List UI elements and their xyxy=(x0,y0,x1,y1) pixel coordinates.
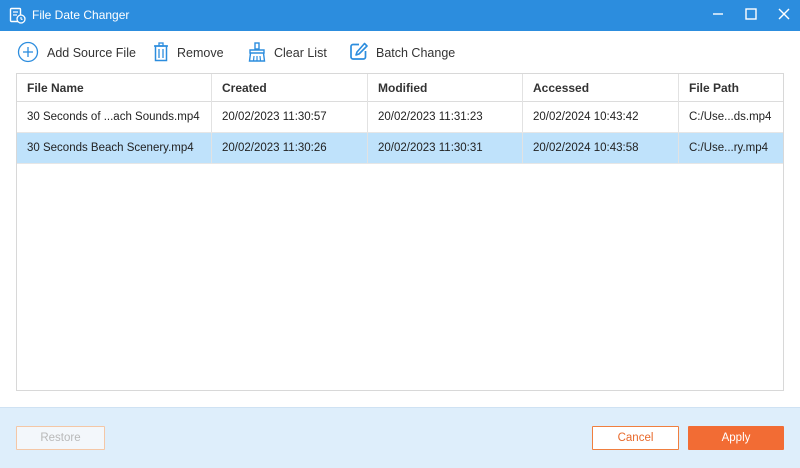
batch-change-label: Batch Change xyxy=(376,46,456,60)
cell-created: 20/02/2023 11:30:57 xyxy=(212,102,368,132)
add-source-file-button[interactable]: Add Source File xyxy=(17,41,136,65)
title-bar: File Date Changer xyxy=(0,0,800,31)
toolbar: Add Source File Remove Clear List Batch … xyxy=(0,31,800,73)
clear-list-button[interactable]: Clear List xyxy=(248,41,327,65)
trash-icon xyxy=(153,41,169,65)
broom-icon xyxy=(248,41,266,65)
cell-accessed: 20/02/2024 10:43:42 xyxy=(523,102,679,132)
minimize-icon xyxy=(712,8,724,23)
window-title: File Date Changer xyxy=(32,8,130,22)
edit-icon xyxy=(349,42,368,64)
close-button[interactable] xyxy=(766,0,800,31)
remove-button[interactable]: Remove xyxy=(153,41,224,65)
table-row[interactable]: 30 Seconds of ...ach Sounds.mp4 20/02/20… xyxy=(17,102,783,133)
cancel-button[interactable]: Cancel xyxy=(592,426,679,450)
restore-button[interactable]: Restore xyxy=(16,426,105,450)
maximize-button[interactable] xyxy=(733,0,769,31)
maximize-icon xyxy=(745,8,757,23)
cell-created: 20/02/2023 11:30:26 xyxy=(212,133,368,163)
app-icon xyxy=(9,7,26,24)
plus-circle-icon xyxy=(17,41,39,66)
column-header-file-name[interactable]: File Name xyxy=(17,74,212,102)
column-header-created[interactable]: Created xyxy=(212,74,368,102)
file-table: File Name Created Modified Accessed File… xyxy=(16,73,784,391)
table-header: File Name Created Modified Accessed File… xyxy=(17,74,783,102)
footer-bar: Restore Cancel Apply xyxy=(0,407,800,468)
column-header-modified[interactable]: Modified xyxy=(368,74,523,102)
remove-label: Remove xyxy=(177,46,224,60)
apply-button[interactable]: Apply xyxy=(688,426,784,450)
cell-file-path: C:/Use...ds.mp4 xyxy=(689,111,772,123)
cell-modified: 20/02/2023 11:31:23 xyxy=(368,102,523,132)
cell-file-path: C:/Use...ry.mp4 xyxy=(689,142,769,154)
cell-file-name: 30 Seconds Beach Scenery.mp4 xyxy=(17,133,212,163)
batch-change-button[interactable]: Batch Change xyxy=(349,41,455,65)
table-row-selected[interactable]: 30 Seconds Beach Scenery.mp4 20/02/2023 … xyxy=(17,133,783,164)
clear-list-label: Clear List xyxy=(274,46,327,60)
minimize-button[interactable] xyxy=(700,0,736,31)
close-icon xyxy=(778,8,790,23)
cell-file-name: 30 Seconds of ...ach Sounds.mp4 xyxy=(17,102,212,132)
column-header-accessed[interactable]: Accessed xyxy=(523,74,679,102)
cell-accessed: 20/02/2024 10:43:58 xyxy=(523,133,679,163)
column-header-file-path[interactable]: File Path xyxy=(679,74,783,102)
cell-modified: 20/02/2023 11:30:31 xyxy=(368,133,523,163)
add-source-file-label: Add Source File xyxy=(47,46,136,60)
